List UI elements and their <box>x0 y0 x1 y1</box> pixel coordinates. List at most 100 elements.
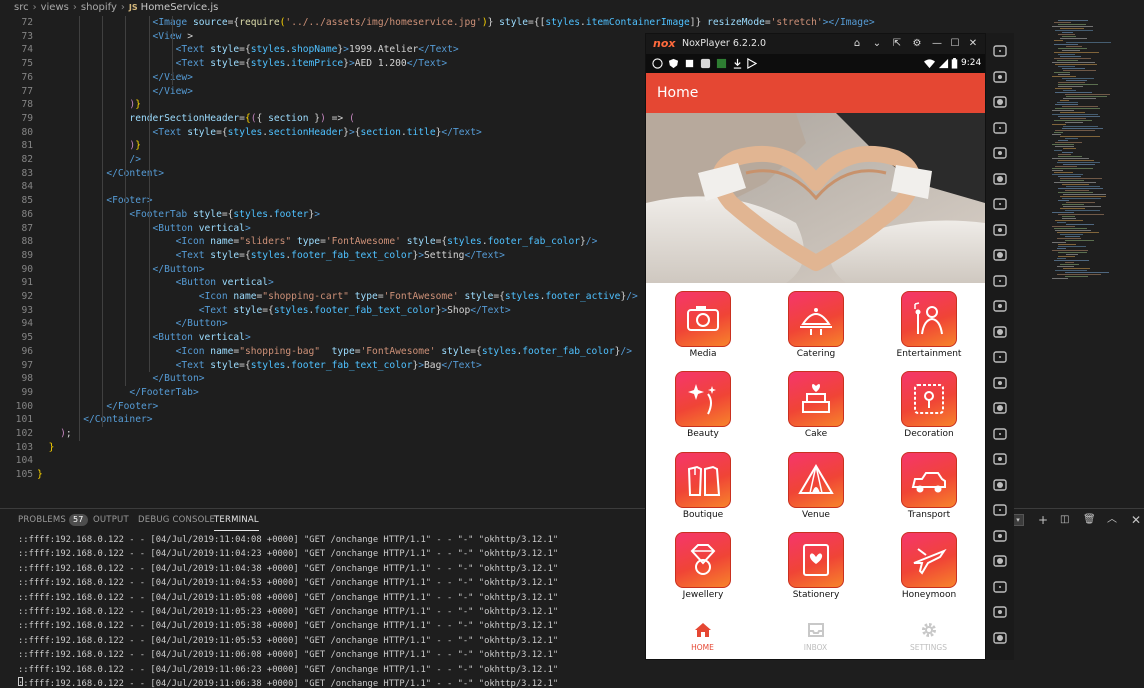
volume-up-icon[interactable] <box>992 222 1008 238</box>
recent-apps-icon[interactable] <box>992 630 1008 646</box>
chevron-down-icon[interactable]: ⌄ <box>870 34 884 54</box>
category-tile[interactable] <box>675 291 731 347</box>
code-text: </Button> <box>37 264 205 275</box>
emulator-titlebar[interactable]: nox NoxPlayer 6.2.2.0 ⌂ ⌄ ⇱ ⚙ — ☐ ✕ <box>646 34 985 54</box>
back-icon[interactable] <box>992 579 1008 595</box>
screenshot-icon[interactable] <box>992 324 1008 340</box>
home-icon[interactable] <box>992 604 1008 620</box>
close-panel-icon[interactable]: ✕ <box>1131 509 1141 531</box>
cut-icon[interactable] <box>992 349 1008 365</box>
menu-icon[interactable] <box>992 400 1008 416</box>
indent-guide <box>171 16 173 85</box>
toggle-icon[interactable] <box>992 553 1008 569</box>
minimap-line <box>1058 192 1094 193</box>
tab-problems[interactable]: PROBLEMS 57 <box>18 509 88 531</box>
nav-home[interactable]: HOME <box>646 613 759 659</box>
chevron-up-icon[interactable]: ︿ <box>1107 509 1117 531</box>
code-token: ]} <box>689 17 708 28</box>
fullscreen-icon[interactable] <box>992 196 1008 212</box>
breadcrumb-item[interactable]: src <box>14 2 29 13</box>
minimap-line <box>1058 84 1099 85</box>
category-tile[interactable] <box>901 452 957 508</box>
category-catering[interactable]: Catering <box>766 283 866 363</box>
breadcrumb-item[interactable]: views <box>41 2 69 13</box>
nav-settings[interactable]: SETTINGS <box>872 613 985 659</box>
category-venue[interactable]: Venue <box>766 444 866 524</box>
category-tile[interactable] <box>675 532 731 588</box>
add-apk-icon[interactable] <box>992 298 1008 314</box>
breadcrumb-file[interactable]: HomeService.js <box>141 2 219 13</box>
minimap-line <box>1052 212 1075 213</box>
controller-icon[interactable] <box>992 426 1008 442</box>
line-number: 85 <box>21 195 33 207</box>
maximize-icon[interactable]: ☐ <box>948 34 962 54</box>
category-tile[interactable] <box>788 371 844 427</box>
category-boutique[interactable]: Boutique <box>653 444 753 524</box>
tab-debug-console[interactable]: DEBUG CONSOLE <box>138 509 215 531</box>
category-tile[interactable] <box>675 452 731 508</box>
sync-icon[interactable] <box>992 528 1008 544</box>
category-stationery[interactable]: Stationery <box>766 524 866 604</box>
category-tile[interactable] <box>675 371 731 427</box>
category-tile[interactable] <box>788 452 844 508</box>
category-cake[interactable]: Cake <box>766 363 866 443</box>
minimap-line <box>1052 242 1067 243</box>
category-tile[interactable] <box>788 532 844 588</box>
code-token: </Button> <box>175 318 228 330</box>
category-media[interactable]: Media <box>653 283 753 363</box>
volume-down-icon[interactable] <box>992 247 1008 263</box>
category-tile[interactable] <box>901 371 957 427</box>
minimap-line <box>1066 42 1112 43</box>
tab-output[interactable]: OUTPUT <box>93 509 129 531</box>
category-transport[interactable]: Transport <box>879 444 979 524</box>
code-token: footer_active <box>545 291 621 302</box>
gear-icon[interactable]: ⚙ <box>910 34 924 54</box>
code-line: 72 <Image source={require('../../assets/… <box>0 16 1040 30</box>
macro-icon[interactable] <box>992 502 1008 518</box>
minimap[interactable] <box>1046 16 1144 296</box>
minimize-icon[interactable]: — <box>930 34 944 54</box>
pin-icon[interactable]: ⇱ <box>890 34 904 54</box>
tab-terminal[interactable]: TERMINAL <box>214 509 259 531</box>
category-honeymoon[interactable]: Honeymoon <box>879 524 979 604</box>
record-icon[interactable] <box>992 477 1008 493</box>
category-decoration[interactable]: Decoration <box>879 363 979 443</box>
terminal-output[interactable]: ::ffff:192.168.0.122 - - [04/Jul/2019:11… <box>0 531 640 688</box>
split-terminal-icon[interactable]: ◫ <box>1060 509 1069 531</box>
minimap-line <box>1061 128 1103 129</box>
bucket-icon[interactable] <box>992 69 1008 85</box>
apk-icon[interactable] <box>992 273 1008 289</box>
multi-window-icon[interactable] <box>992 375 1008 391</box>
shake-icon[interactable] <box>992 171 1008 187</box>
robot-icon[interactable] <box>992 94 1008 110</box>
code-token: <Button <box>175 277 217 289</box>
new-terminal-icon[interactable]: + <box>1038 509 1048 531</box>
code-token: ={ <box>221 208 234 220</box>
category-tile[interactable] <box>901 532 957 588</box>
code-token: </Text> <box>470 304 511 316</box>
line-number: 91 <box>21 277 33 289</box>
screen-icon[interactable] <box>992 145 1008 161</box>
breadcrumb-item[interactable]: shopify <box>81 2 117 13</box>
code-token: { <box>256 112 269 124</box>
category-jewellery[interactable]: Jewellery <box>653 524 753 604</box>
minimap-line <box>1060 136 1100 137</box>
category-beauty[interactable]: Beauty <box>653 363 753 443</box>
frame-icon <box>914 384 944 414</box>
trash-icon[interactable]: 🗑 <box>1083 509 1096 531</box>
code-token: </Text> <box>441 359 482 371</box>
location-icon[interactable] <box>992 120 1008 136</box>
loading-icon[interactable] <box>992 451 1008 467</box>
code-token: <Button <box>152 332 193 344</box>
category-tile[interactable] <box>788 291 844 347</box>
nav-inbox[interactable]: INBOX <box>759 613 872 659</box>
category-entertainment[interactable]: Entertainment <box>879 283 979 363</box>
minimap-line <box>1056 258 1066 259</box>
home-icon[interactable]: ⌂ <box>850 34 864 54</box>
plane-icon <box>913 548 947 575</box>
keyboard-icon[interactable] <box>992 43 1008 59</box>
breadcrumb: src › views › shopify › JS HomeService.js <box>0 0 1144 16</box>
code-text: </View> <box>37 86 193 97</box>
close-icon[interactable]: ✕ <box>966 34 980 54</box>
category-tile[interactable] <box>901 291 957 347</box>
